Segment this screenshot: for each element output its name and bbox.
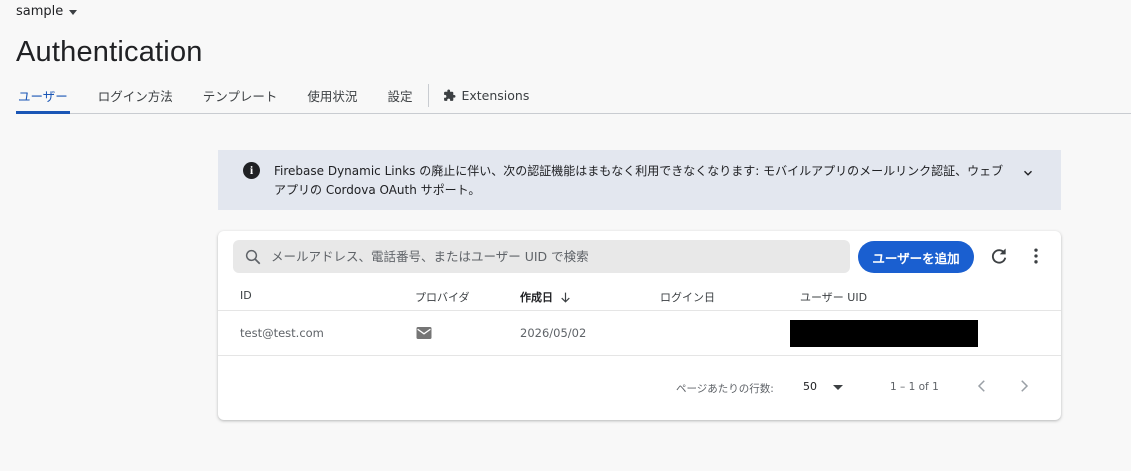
search-box [233,240,850,273]
chevron-down-icon[interactable] [1021,166,1035,180]
column-header-last-login[interactable]: ログイン日 [660,289,715,305]
chevron-left-icon[interactable] [973,377,991,395]
tab-users[interactable]: ユーザー [16,78,70,114]
tab-bar: ユーザー ログイン方法 テンプレート 使用状況 設定 Extensions [16,78,1131,114]
tab-label: Extensions [461,88,530,103]
pagination-range: 1 – 1 of 1 [890,381,939,393]
caret-down-icon [833,384,843,390]
page-title: Authentication [16,36,203,68]
info-icon: i [243,162,260,179]
tab-settings[interactable]: 設定 [385,78,414,113]
extensions-icon [444,89,456,101]
tab-label: テンプレート [202,89,278,104]
tab-divider [428,84,430,107]
cell-id: test@test.com [240,326,324,340]
project-selector[interactable]: sample [16,4,78,19]
column-header-uid[interactable]: ユーザー UID [800,289,867,305]
pagination: ページあたりの行数: 50 1 – 1 of 1 [218,357,1061,417]
tab-usage[interactable]: 使用状況 [305,78,359,113]
rows-per-page-label: ページあたりの行数: [676,383,774,395]
search-input[interactable] [271,249,850,264]
arrow-down-icon [561,292,570,303]
tab-label: 使用状況 [307,89,358,104]
add-user-button[interactable]: ユーザーを追加 [858,241,974,273]
more-vert-icon[interactable] [1026,246,1046,266]
column-header-provider[interactable]: プロバイダ [415,289,470,305]
rows-per-page-select[interactable]: 50 [803,380,843,393]
table-row[interactable]: test@test.com 2026/05/02 [218,312,1061,356]
column-header-created-label: 作成日 [520,291,553,304]
redacted-uid [790,320,978,347]
tab-extensions[interactable]: Extensions [441,78,531,113]
refresh-icon[interactable] [989,246,1009,266]
email-icon [416,327,432,339]
tab-label: 設定 [387,89,413,104]
chevron-right-icon[interactable] [1015,377,1033,395]
deprecation-banner: i Firebase Dynamic Links の廃止に伴い、次の認証機能はま… [218,150,1061,210]
search-icon [245,249,261,264]
tab-label: ユーザー [18,89,68,104]
rows-per-page-value: 50 [803,380,817,393]
tab-templates[interactable]: テンプレート [201,78,280,113]
users-card: ユーザーを追加 ID プロバイダ 作成日 ログイン日 ユーザー UID test… [218,231,1061,420]
table-header: ID プロバイダ 作成日 ログイン日 ユーザー UID [218,281,1061,311]
tab-label: ログイン方法 [97,89,173,104]
column-header-id[interactable]: ID [240,289,252,302]
tab-sign-in-method[interactable]: ログイン方法 [96,78,175,113]
caret-down-icon [69,9,78,15]
project-name: sample [16,4,64,19]
cell-created: 2026/05/02 [520,326,587,340]
banner-text: Firebase Dynamic Links の廃止に伴い、次の認証機能はまもな… [274,164,1004,197]
column-header-created[interactable]: 作成日 [520,289,572,305]
